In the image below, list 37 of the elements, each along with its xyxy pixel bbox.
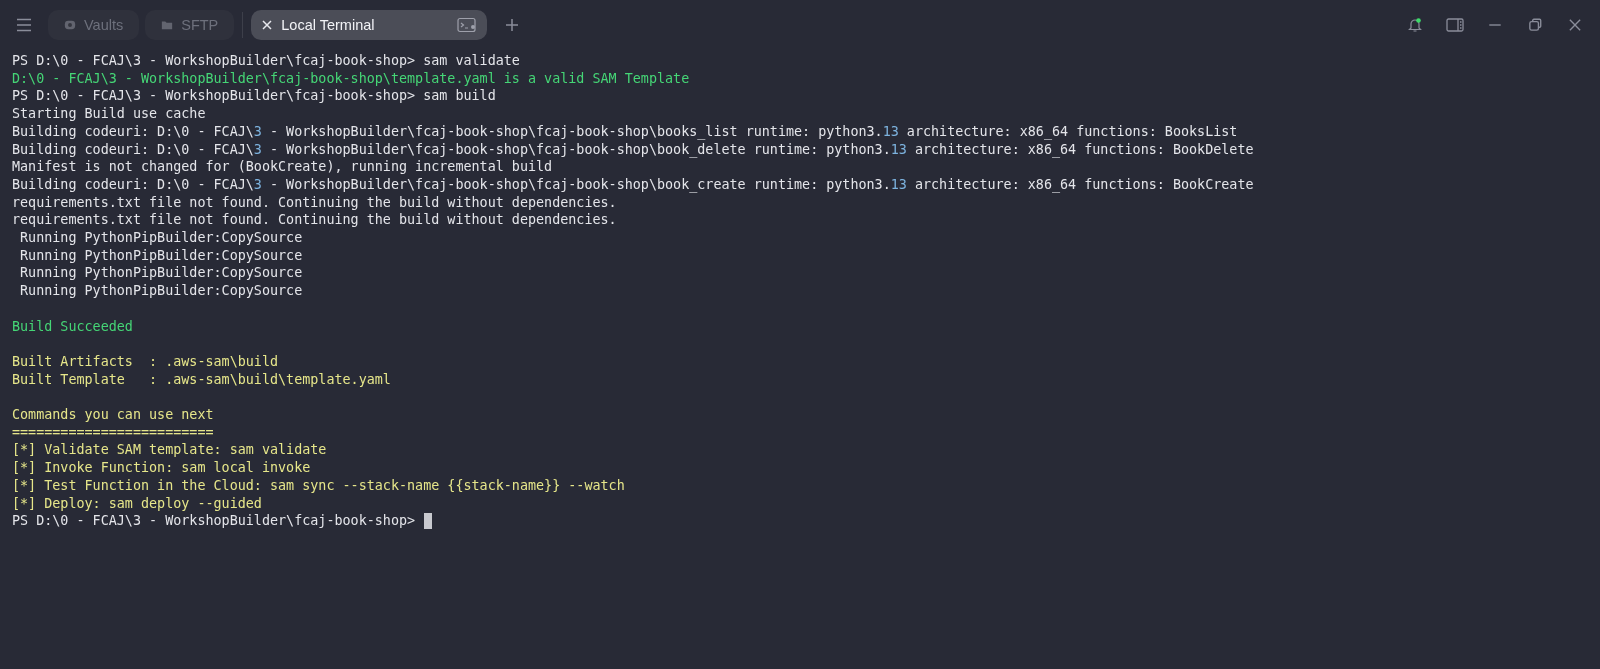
terminal-line: Built Template : .aws-sam\build\template.yaml — [12, 370, 391, 389]
terminal-line: PS D:\0 - FCAJ\3 - WorkshopBuilder\fcaj-book-shop> — [12, 512, 416, 530]
sidebar-toggle-icon[interactable] — [1446, 17, 1464, 33]
terminal-line: Build Succeeded — [12, 317, 133, 336]
terminal-line: Running PythonPipBuilder:CopySource — [19, 264, 303, 283]
restore-icon[interactable] — [1526, 17, 1544, 33]
terminal-line: requirements.txt file not found. Continuing the build without dependencies. — [12, 193, 617, 212]
terminal-line: Building codeuri: D:\0 - FCAJ\3 - WorkshopBuilder\fcaj-book-shop\fcaj-book-shop\books_list runtime: python3.13 architecture: x86_64 functions: BooksList — [12, 122, 1238, 141]
tab[interactable]: Vaults — [48, 10, 140, 40]
robot-head-icon — [64, 19, 76, 31]
terminal-line: [*] Deploy: sam deploy --guided — [12, 494, 262, 513]
terminal-line: Running PythonPipBuilder:CopySource — [19, 229, 303, 247]
terminal-line: requirements.txt file not found. Continuing the build without dependencies. — [12, 211, 617, 230]
terminal-line: Building codeuri: D:\0 - FCAJ\3 - WorkshopBuilder\fcaj-book-shop\fcaj-book-shop\book_create runtime: python3.13 architecture: x86_64 functions: BookCreate — [12, 175, 1254, 194]
terminal-icon — [457, 17, 478, 33]
folder-icon — [161, 19, 174, 31]
tab[interactable]: Local Terminal — [251, 10, 488, 40]
terminal-line: [*] Test Function in the Cloud: sam sync --stack-name {{stack-name}} --watch — [12, 476, 625, 495]
terminal-line: Running PythonPipBuilder:CopySource — [19, 246, 303, 265]
terminal-line: Commands you can use next — [12, 406, 214, 424]
terminal-line: PS D:\0 - FCAJ\3 - WorkshopBuilder\fcaj-book-shop> sam validate — [12, 52, 520, 70]
terminal-line: Manifest is not changed for (BookCreate), running incremental build — [12, 158, 553, 176]
plus-icon[interactable] — [505, 18, 520, 32]
tab[interactable]: SFTP — [145, 10, 235, 40]
terminal-line: PS D:\0 - FCAJ\3 - WorkshopBuilder\fcaj-book-shop> sam build — [12, 87, 496, 106]
text-cursor — [424, 513, 433, 530]
terminal-line: Built Artifacts : .aws-sam\build — [12, 352, 279, 371]
terminal-line: Starting Build use cache — [12, 105, 206, 123]
terminal-line: [*] Invoke Function: sam local invoke — [12, 459, 311, 477]
terminal-line: [*] Validate SAM template: sam validate — [12, 441, 327, 460]
terminal-line: Running PythonPipBuilder:CopySource — [19, 282, 303, 300]
bell-icon[interactable] — [1406, 17, 1424, 33]
close-icon[interactable] — [261, 19, 274, 31]
terminal-line: ========================= — [12, 423, 214, 442]
terminal-line: Building codeuri: D:\0 - FCAJ\3 - WorkshopBuilder\fcaj-book-shop\fcaj-book-shop\book_delete runtime: python3.13 architecture: x86_64 functions: BookDelete — [12, 140, 1254, 159]
terminal-line: D:\0 - FCAJ\3 - WorkshopBuilder\fcaj-book-shop\template.yaml is a valid SAM Template — [12, 69, 690, 88]
menu-icon[interactable] — [16, 18, 32, 32]
